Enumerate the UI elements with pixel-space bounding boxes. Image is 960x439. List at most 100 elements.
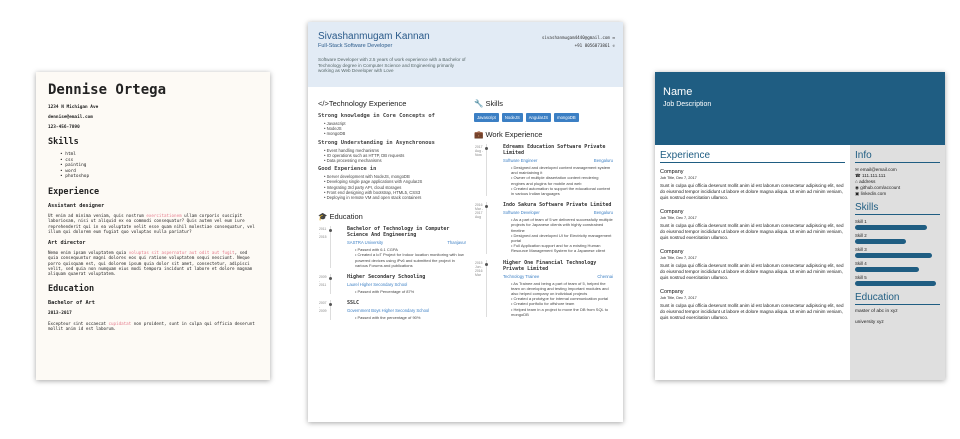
envelope-icon: ✉ bbox=[612, 35, 615, 40]
job-entry: Company Job Title, Dec 7, 2017 Sunt in c… bbox=[660, 289, 844, 320]
skill-line: Data processing mechanisms bbox=[318, 158, 466, 163]
skill-label: Skill 5 bbox=[855, 275, 867, 280]
skills-heading: Skills bbox=[48, 137, 79, 147]
timeline-dot bbox=[329, 229, 332, 233]
phone-text: +91 8056873861 bbox=[574, 43, 610, 48]
skill-tag: Javascript bbox=[474, 113, 499, 122]
university-text: university xyz bbox=[855, 320, 884, 325]
skill-item: photoshop bbox=[60, 174, 258, 180]
education-description: Excepteur sint occaecat cupidatat non pr… bbox=[48, 320, 255, 331]
core-heading: Strong knowledge in Core Concepts of bbox=[318, 113, 435, 119]
technology-heading: </>Technology Experience bbox=[318, 99, 407, 108]
phone-icon: ☎ bbox=[855, 173, 861, 178]
envelope-icon: ✉ bbox=[855, 167, 859, 172]
skill-bars: Skill 1 Skill 2 Skill 3 Skill 4 Skill 5 bbox=[855, 219, 940, 286]
email-text: sivashanmugam4440@gmail.com bbox=[541, 35, 610, 40]
skill-level-bar bbox=[855, 253, 932, 258]
resume-name: Dennise Ortega bbox=[48, 82, 167, 98]
skills-list: html css painting word photoshop bbox=[48, 152, 258, 180]
resume-template-blue: Name Job Description Experience Company … bbox=[655, 72, 945, 380]
resume-header: Sivashanmugam Kannan Full-Stack Software… bbox=[308, 22, 623, 87]
github-icon: ◉ bbox=[855, 185, 860, 190]
skill-tag: mongoDB bbox=[554, 113, 579, 122]
right-column: 🔧 Skills Javascript NodeJS AngularJS mon… bbox=[474, 95, 613, 326]
resume-role: Job Description bbox=[663, 101, 712, 108]
skill-tag: NodeJS bbox=[501, 113, 523, 122]
linkedin-line: ▣ linkedin.com bbox=[855, 191, 887, 196]
job-title: Art director bbox=[48, 240, 86, 247]
async-heading: Strong Understanding in Asynchronous bbox=[318, 139, 435, 146]
left-column: </>Technology Experience Strong knowledg… bbox=[318, 95, 466, 326]
resume-sivashanmugam-kannan: Sivashanmugam Kannan Full-Stack Software… bbox=[308, 22, 623, 422]
skill-tag: AngularJS bbox=[525, 113, 552, 122]
institution-link[interactable]: SASTRA University bbox=[347, 240, 383, 245]
wrench-icon: 🔧 bbox=[474, 99, 484, 108]
info-heading: Info bbox=[855, 150, 940, 163]
position-text: Software Engineer bbox=[503, 158, 538, 163]
email-text: dennise@email.com bbox=[48, 115, 93, 120]
phone-icon: ✆ bbox=[612, 43, 615, 48]
good-heading: Good Experience in bbox=[318, 166, 377, 173]
skill-label: Skill 3 bbox=[855, 247, 867, 252]
skill-tags: Javascript NodeJS AngularJS mongoDB bbox=[474, 113, 613, 122]
education-entry: 2007 - 2009 SSLC Government Boys Higher … bbox=[319, 300, 466, 321]
skill-label: Skill 1 bbox=[855, 219, 867, 224]
timeline-dot bbox=[485, 147, 488, 150]
work-entry: 2016 Mar - 2017 Aug Indo Sakura Software… bbox=[475, 202, 613, 254]
resume-dennise-ortega: Dennise Ortega 1234 N Michigan Ave denni… bbox=[36, 72, 270, 380]
institution-link[interactable]: Laurel Higher Secondary School bbox=[347, 282, 407, 287]
location-text: Bengaluru bbox=[593, 210, 613, 216]
education-heading: Education bbox=[48, 283, 95, 294]
resume-header: Name Job Description bbox=[655, 72, 945, 145]
contact-block: sivashanmugam4440@gmail.com ✉ +91 805687… bbox=[542, 34, 615, 50]
skill-level-bar bbox=[855, 239, 906, 244]
skill-label: Skill 4 bbox=[855, 261, 867, 266]
job-title: Assistant designer bbox=[48, 202, 105, 209]
work-entry: 2017 Aug - Now Edreams Education Softwar… bbox=[475, 144, 613, 197]
linkedin-icon: ▣ bbox=[855, 191, 860, 196]
address-text: 1234 N Michigan Ave bbox=[48, 105, 99, 110]
home-icon: ⌂ bbox=[855, 179, 858, 184]
main-column: Experience Company Job Title, Dec 7, 201… bbox=[655, 145, 850, 380]
work-heading: 💼 Work Experience bbox=[474, 130, 543, 139]
job-entry: Company Job Title, Dec 7, 2017 Sunt in c… bbox=[660, 169, 844, 200]
job-entry: Company Job Title, Dec 7, 2017 Sunt in c… bbox=[660, 249, 844, 280]
sidebar: Info ✉ email@email.com ☎ 111.111.111 ⌂ a… bbox=[850, 145, 945, 380]
location-text: Bengaluru bbox=[593, 158, 613, 163]
skill-label: Skill 2 bbox=[855, 233, 867, 238]
skill-level-bar bbox=[855, 281, 936, 286]
timeline-dot bbox=[485, 205, 488, 209]
skill-line: Deploying in remote VM and open stack co… bbox=[318, 195, 466, 200]
experience-heading: Experience bbox=[48, 186, 100, 197]
job-description: Ut enim ad minima veniam, quis nostrum e… bbox=[48, 212, 255, 234]
briefcase-icon: 💼 bbox=[474, 130, 484, 139]
location-text: Chennai bbox=[597, 273, 613, 279]
skill-level-bar bbox=[855, 225, 928, 230]
timeline-dot bbox=[329, 277, 332, 281]
education-entry: 2011 - 2015 Bachelor of Technology in Co… bbox=[319, 226, 466, 269]
education-heading: Education bbox=[855, 292, 940, 305]
graduation-cap-icon: 🎓 bbox=[318, 212, 328, 222]
experience-heading: Experience bbox=[660, 150, 845, 163]
degree-title: Bachelor of Art bbox=[48, 299, 95, 306]
skill-line: mongoDB bbox=[318, 131, 466, 136]
education-years: 2013-2017 bbox=[48, 310, 72, 316]
skills-heading: 🔧 Skills bbox=[474, 99, 503, 108]
job-entry: Company Job Title, Dec 7, 2017 Sunt in c… bbox=[660, 209, 844, 240]
education-heading: 🎓 Education bbox=[318, 212, 363, 222]
education-entry: 2009 - 2011 Higher Secondary Schooling L… bbox=[319, 274, 466, 295]
institution-link[interactable]: Government Boys Higher Secondary School bbox=[347, 308, 429, 313]
timeline-dot bbox=[329, 303, 332, 307]
work-entry: 2015 Jun - 2016 Mar Higher One Financial… bbox=[475, 259, 613, 318]
timeline-dot bbox=[485, 262, 488, 266]
skill-level-bar bbox=[855, 267, 919, 272]
resume-summary: Software Developer with 2.5 years of wor… bbox=[318, 57, 466, 73]
degree-text: master of abc in xyz bbox=[855, 309, 898, 314]
phone-text: 123-456-7890 bbox=[48, 125, 80, 130]
position-text: Software Developer bbox=[503, 210, 540, 216]
location-text: Thanjavur bbox=[447, 240, 466, 246]
position-text: Technology Trainee bbox=[503, 273, 540, 279]
resume-name: Name bbox=[663, 86, 693, 98]
job-description: Nemo enim ipsam voluptatem quia voluptas… bbox=[48, 250, 253, 277]
skills-heading: Skills bbox=[855, 202, 940, 215]
